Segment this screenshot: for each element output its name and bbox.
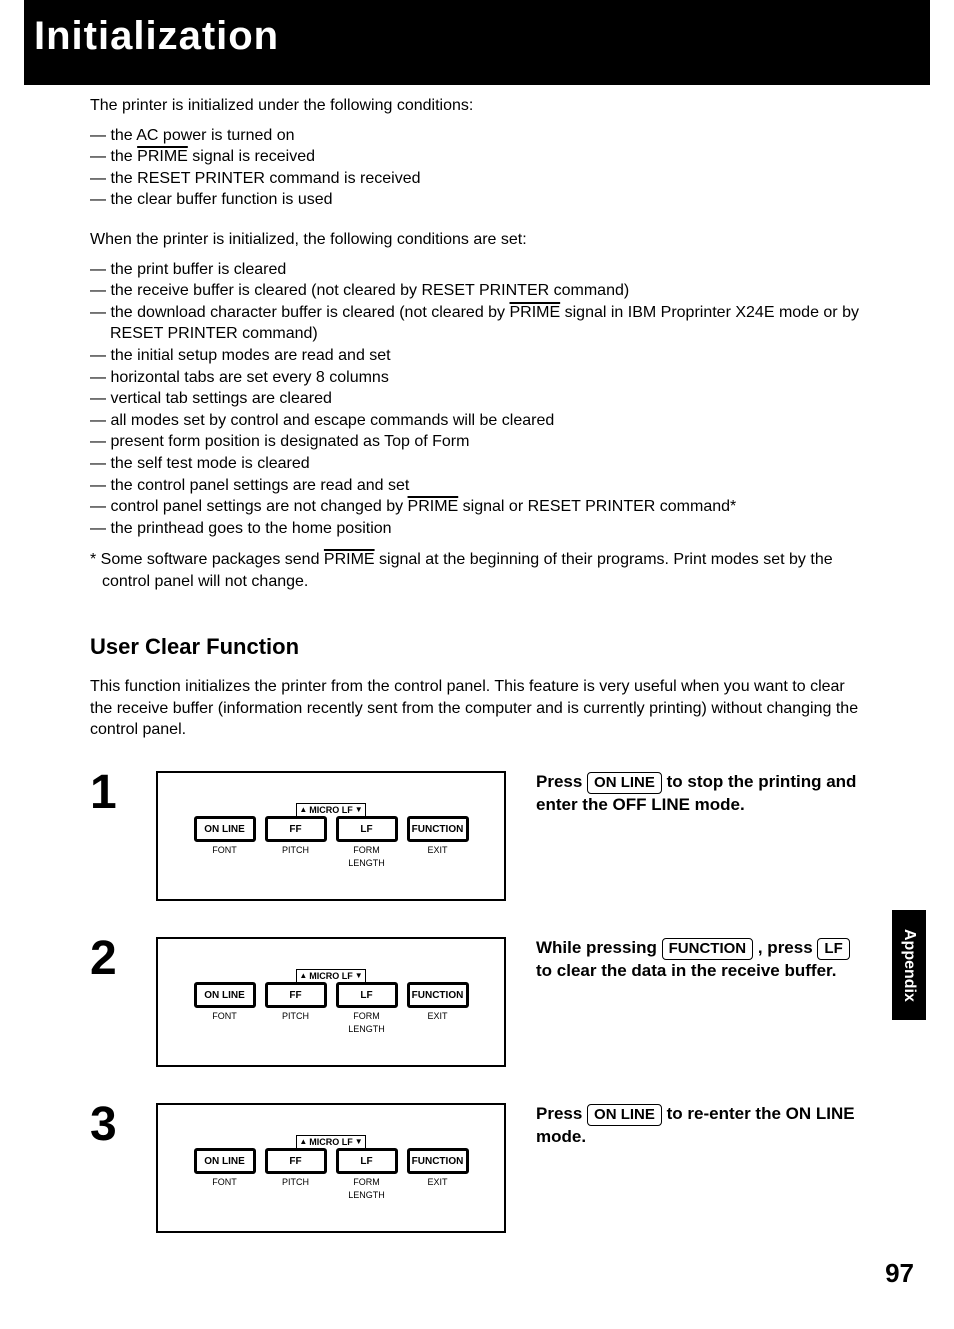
step-number: 2: [90, 937, 126, 980]
lf-button: LF: [336, 982, 398, 1008]
cond-1: the AC power is turned on: [90, 125, 864, 147]
prime-signal: PRIME: [137, 148, 188, 165]
pitch-label: PITCH: [265, 1010, 327, 1034]
ff-button: FF: [265, 816, 327, 842]
function-key: FUNCTION: [662, 938, 754, 960]
page-header: Initialization: [24, 0, 930, 85]
ff-button: FF: [265, 1148, 327, 1174]
font-label: FONT: [194, 844, 256, 868]
formlength-label: FORM LENGTH: [336, 1176, 398, 1200]
step-1-text: Press ON LINE to stop the printing and e…: [536, 771, 864, 817]
step-2: 2 MICRO LF ON LINE FF LF FUNCTION FONT P…: [90, 937, 864, 1067]
micro-lf-label: MICRO LF: [296, 803, 365, 816]
control-panel-diagram: MICRO LF ON LINE FF LF FUNCTION FONT PIT…: [156, 937, 506, 1067]
control-panel-diagram: MICRO LF ON LINE FF LF FUNCTION FONT PIT…: [156, 1103, 506, 1233]
online-key: ON LINE: [587, 1104, 662, 1126]
steps-list: 1 MICRO LF ON LINE FF LF FUNCTION FONT P…: [90, 771, 864, 1233]
online-button: ON LINE: [194, 816, 256, 842]
lf-key: LF: [817, 938, 849, 960]
font-label: FONT: [194, 1176, 256, 1200]
cond-2: the PRIME signal is received: [90, 146, 864, 168]
set-intro: When the printer is initialized, the fol…: [90, 229, 864, 251]
online-key: ON LINE: [587, 772, 662, 794]
set-12: the printhead goes to the home position: [90, 518, 864, 540]
step-3-text: Press ON LINE to re-enter the ON LINE mo…: [536, 1103, 864, 1149]
footnote: * Some software packages send PRIME sign…: [90, 549, 864, 592]
cond-4: the clear buffer function is used: [90, 189, 864, 211]
exit-label: EXIT: [407, 1176, 469, 1200]
set-6: vertical tab settings are cleared: [90, 388, 864, 410]
set-1: the print buffer is cleared: [90, 259, 864, 281]
micro-lf-label: MICRO LF: [296, 969, 365, 982]
function-button: FUNCTION: [407, 982, 469, 1008]
formlength-label: FORM LENGTH: [336, 844, 398, 868]
set-3: the download character buffer is cleared…: [90, 302, 864, 345]
prime-signal: PRIME: [408, 498, 459, 515]
intro-text: The printer is initialized under the fol…: [90, 95, 864, 117]
set-8: present form position is designated as T…: [90, 431, 864, 453]
page-number: 97: [885, 1258, 914, 1289]
section-desc: This function initializes the printer fr…: [90, 676, 864, 741]
section-heading: User Clear Function: [90, 632, 864, 662]
function-button: FUNCTION: [407, 816, 469, 842]
step-2-text: While pressing FUNCTION , press LF to cl…: [536, 937, 864, 983]
function-button: FUNCTION: [407, 1148, 469, 1174]
prime-signal: PRIME: [510, 304, 561, 321]
exit-label: EXIT: [407, 1010, 469, 1034]
set-11: control panel settings are not changed b…: [90, 496, 864, 518]
section-tab: Appendix: [892, 910, 926, 1020]
font-label: FONT: [194, 1010, 256, 1034]
cond-3: the RESET PRINTER command is received: [90, 168, 864, 190]
set-7: all modes set by control and escape comm…: [90, 410, 864, 432]
micro-lf-label: MICRO LF: [296, 1135, 365, 1148]
ff-button: FF: [265, 982, 327, 1008]
set-2: the receive buffer is cleared (not clear…: [90, 280, 864, 302]
formlength-label: FORM LENGTH: [336, 1010, 398, 1034]
set-9: the self test mode is cleared: [90, 453, 864, 475]
page-title: Initialization: [34, 14, 279, 58]
content-area: The printer is initialized under the fol…: [0, 95, 954, 1233]
exit-label: EXIT: [407, 844, 469, 868]
set-list: the print buffer is cleared the receive …: [90, 259, 864, 540]
lf-button: LF: [336, 1148, 398, 1174]
prime-signal: PRIME: [324, 551, 375, 568]
conditions-list: the AC power is turned on the PRIME sign…: [90, 125, 864, 211]
step-3: 3 MICRO LF ON LINE FF LF FUNCTION FONT P…: [90, 1103, 864, 1233]
set-5: horizontal tabs are set every 8 columns: [90, 367, 864, 389]
step-number: 3: [90, 1103, 126, 1146]
step-1: 1 MICRO LF ON LINE FF LF FUNCTION FONT P…: [90, 771, 864, 901]
pitch-label: PITCH: [265, 1176, 327, 1200]
online-button: ON LINE: [194, 1148, 256, 1174]
online-button: ON LINE: [194, 982, 256, 1008]
pitch-label: PITCH: [265, 844, 327, 868]
step-number: 1: [90, 771, 126, 814]
set-10: the control panel settings are read and …: [90, 475, 864, 497]
lf-button: LF: [336, 816, 398, 842]
set-4: the initial setup modes are read and set: [90, 345, 864, 367]
control-panel-diagram: MICRO LF ON LINE FF LF FUNCTION FONT PIT…: [156, 771, 506, 901]
